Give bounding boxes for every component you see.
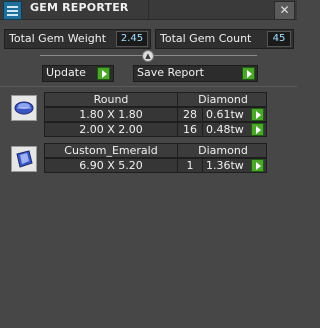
update-button[interactable]: Update bbox=[42, 65, 114, 82]
close-button[interactable]: ✕ bbox=[274, 1, 295, 20]
gem-size: 6.90 X 5.20 bbox=[79, 159, 143, 172]
gem-weight: 1.36tw bbox=[206, 159, 244, 172]
collapse-button[interactable]: ▲ bbox=[142, 50, 154, 62]
cut-name: Custom_Emerald bbox=[64, 144, 158, 157]
gem-count: 28 bbox=[183, 108, 197, 121]
gem-weight: 0.48tw bbox=[206, 123, 244, 136]
window-title: GEM REPORTER bbox=[30, 1, 129, 14]
play-arrow-icon bbox=[97, 67, 110, 80]
table-row: 2.00 X 2.00 16 0.48tw bbox=[44, 122, 267, 137]
close-icon: ✕ bbox=[279, 3, 290, 17]
title-divider bbox=[148, 0, 149, 19]
gem-reporter-app-icon bbox=[3, 1, 22, 20]
round-gem-icon bbox=[11, 95, 37, 121]
material-name: Diamond bbox=[198, 93, 248, 106]
emerald-gem-icon bbox=[11, 146, 37, 172]
update-label: Update bbox=[46, 66, 86, 79]
gem-count: 1 bbox=[186, 159, 194, 172]
cut-name: Round bbox=[93, 93, 129, 106]
title-bar: GEM REPORTER ✕ bbox=[0, 0, 297, 20]
play-arrow-icon bbox=[242, 67, 255, 80]
total-count-panel: Total Gem Count 45 bbox=[155, 29, 294, 49]
total-count-label: Total Gem Count bbox=[160, 32, 252, 45]
play-arrow-icon[interactable] bbox=[251, 123, 264, 136]
total-weight-panel: Total Gem Weight 2.45 bbox=[4, 29, 151, 49]
gem-size: 2.00 X 2.00 bbox=[79, 123, 143, 136]
gem-weight: 0.61tw bbox=[206, 108, 244, 121]
column-divider bbox=[202, 108, 203, 121]
total-weight-label: Total Gem Weight bbox=[9, 32, 107, 45]
material-name: Diamond bbox=[198, 144, 248, 157]
play-arrow-icon[interactable] bbox=[251, 108, 264, 121]
column-divider bbox=[202, 159, 203, 172]
chevron-up-icon: ▲ bbox=[145, 52, 151, 60]
table-row: 1.80 X 1.80 28 0.61tw bbox=[44, 107, 267, 122]
total-count-value: 45 bbox=[267, 31, 291, 47]
table-row: 6.90 X 5.20 1 1.36tw bbox=[44, 158, 267, 173]
group-header-row: Round Diamond bbox=[44, 92, 267, 107]
gem-count: 16 bbox=[183, 123, 197, 136]
group-header-row: Custom_Emerald Diamond bbox=[44, 143, 267, 158]
column-divider bbox=[202, 123, 203, 136]
play-arrow-icon[interactable] bbox=[251, 159, 264, 172]
save-report-label: Save Report bbox=[137, 66, 204, 79]
gem-size: 1.80 X 1.80 bbox=[79, 108, 143, 121]
list-separator bbox=[0, 86, 297, 87]
save-report-button[interactable]: Save Report bbox=[133, 65, 258, 82]
total-weight-value: 2.45 bbox=[116, 31, 148, 47]
